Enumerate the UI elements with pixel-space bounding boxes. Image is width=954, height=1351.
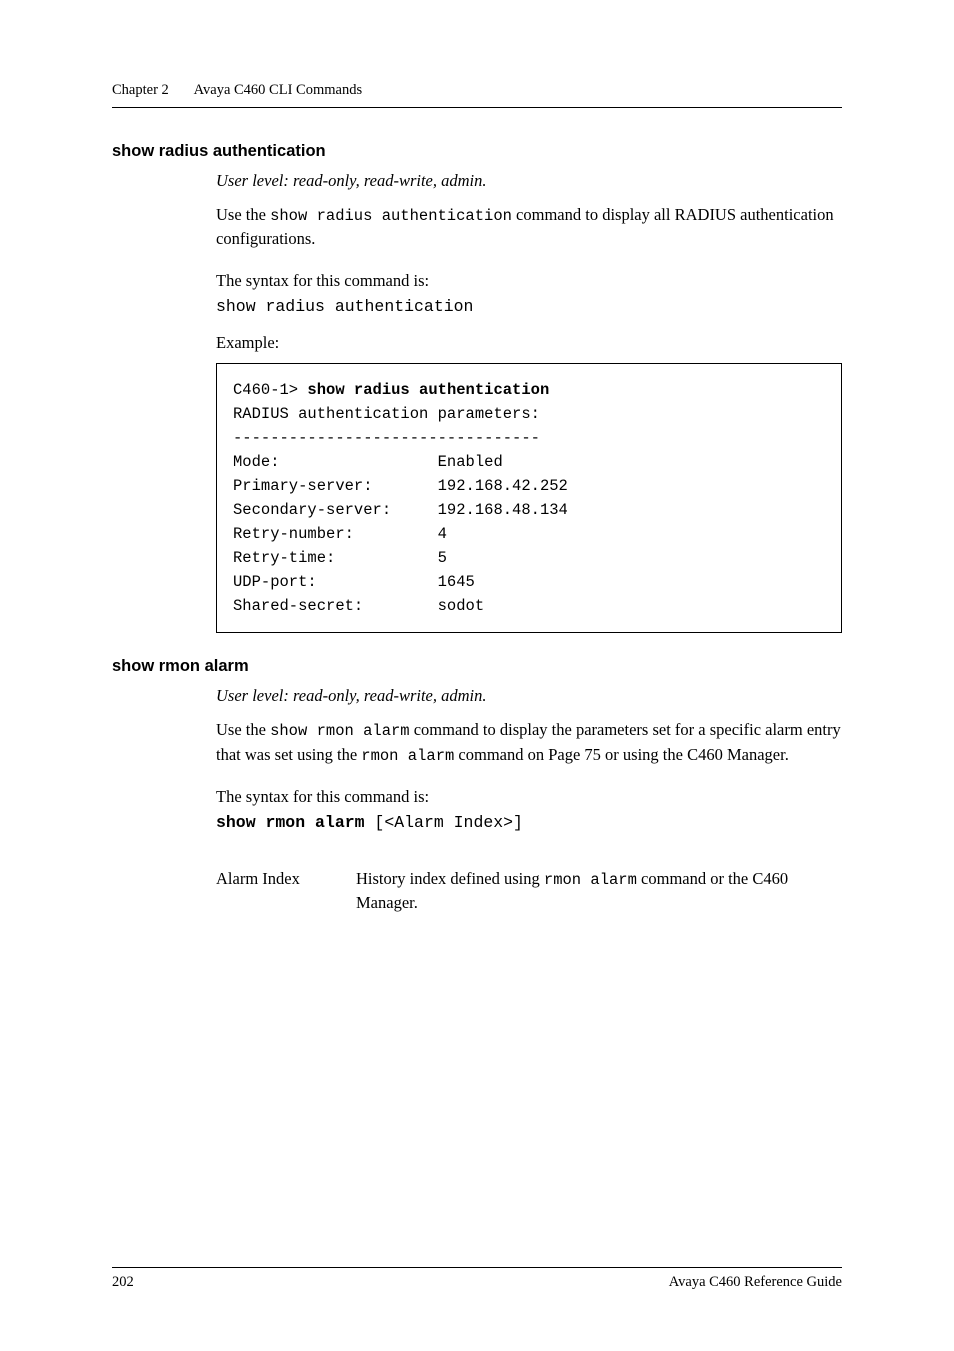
desc-post-text: command on Page 75 or using the C460 Man… (454, 745, 789, 764)
desc-command-inline: show rmon alarm (270, 722, 410, 740)
running-header: Chapter 2 Avaya C460 CLI Commands (112, 82, 842, 108)
parameter-name: Alarm Index (216, 867, 356, 915)
page-number: 202 (112, 1274, 134, 1291)
chapter-title: Avaya C460 CLI Commands (194, 82, 362, 98)
syntax-command: show radius authentication (216, 295, 842, 319)
example-line: Shared-secret: sodot (233, 597, 484, 615)
desc-pre-text: Use the (216, 205, 270, 224)
desc-command-inline: rmon alarm (361, 747, 454, 765)
example-line: RADIUS authentication parameters: (233, 405, 540, 423)
example-line: --------------------------------- (233, 429, 540, 447)
example-line: UDP-port: 1645 (233, 573, 475, 591)
document-title: Avaya C460 Reference Guide (669, 1274, 842, 1291)
example-prompt: C460-1> (233, 381, 307, 399)
user-level-note: User level: read-only, read-write, admin… (216, 684, 842, 708)
example-line: Mode: Enabled (233, 453, 503, 471)
desc-command-inline: show radius authentication (270, 207, 512, 225)
syntax-rest-part: [<Alarm Index>] (365, 813, 523, 832)
param-desc-pre: History index defined using (356, 869, 544, 888)
section-title-show-rmon-alarm: show rmon alarm (112, 657, 842, 676)
chapter-number: Chapter 2 (112, 82, 169, 98)
page-footer: 202 Avaya C460 Reference Guide (112, 1267, 842, 1291)
example-line: Retry-number: 4 (233, 525, 447, 543)
param-desc-command: rmon alarm (544, 871, 637, 889)
desc-pre-text: Use the (216, 720, 270, 739)
syntax-lead: The syntax for this command is: (216, 785, 842, 809)
example-label: Example: (216, 333, 842, 353)
syntax-lead: The syntax for this command is: (216, 269, 842, 293)
description-paragraph: Use the show rmon alarm command to displ… (216, 718, 842, 767)
example-line: Primary-server: 192.168.42.252 (233, 477, 568, 495)
example-line: Retry-time: 5 (233, 549, 447, 567)
user-level-note: User level: read-only, read-write, admin… (216, 169, 842, 193)
syntax-bold-part: show rmon alarm (216, 813, 365, 832)
syntax-command: show rmon alarm [<Alarm Index>] (216, 811, 842, 835)
parameter-description: History index defined using rmon alarm c… (356, 867, 842, 915)
description-paragraph: Use the show radius authentication comma… (216, 203, 842, 251)
example-typed-command: show radius authentication (307, 381, 549, 399)
example-output-box: C460-1> show radius authentication RADIU… (216, 363, 842, 633)
example-line: Secondary-server: 192.168.48.134 (233, 501, 568, 519)
section-title-show-radius-authentication: show radius authentication (112, 142, 842, 161)
parameter-row: Alarm Index History index defined using … (216, 867, 842, 915)
